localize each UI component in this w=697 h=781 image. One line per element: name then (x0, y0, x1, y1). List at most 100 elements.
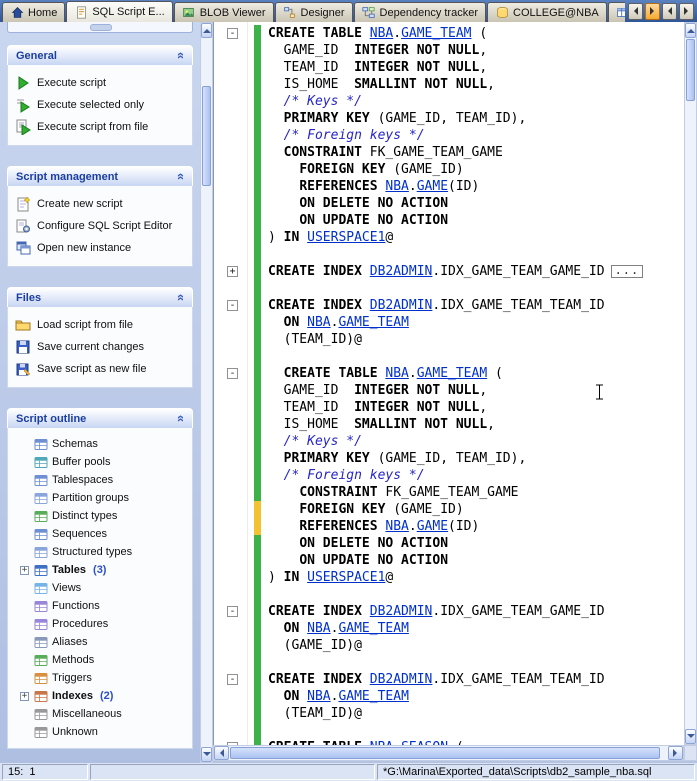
code-line[interactable]: - CREATE INDEX DB2ADMIN.IDX_GAME_TEAM_GAM… (214, 603, 684, 620)
expander[interactable]: + (19, 691, 30, 702)
code-line[interactable]: CONSTRAINT FK_GAME_TEAM_GAME (214, 484, 684, 501)
code-line[interactable]: PRIMARY KEY (GAME_ID, TEAM_ID), (214, 450, 684, 467)
fold-collapse-icon[interactable]: - (227, 674, 238, 685)
collapse-chevron-icon[interactable] (171, 411, 189, 427)
outline-item-partition-groups[interactable]: Partition groups (11, 489, 189, 507)
outline-item-views[interactable]: Views (11, 579, 189, 597)
code-line[interactable]: REFERENCES NBA.GAME(ID) (214, 178, 684, 195)
sql-identifier-link[interactable]: USERSPACE1 (307, 570, 385, 585)
code-line[interactable]: ON NBA.GAME_TEAM (214, 620, 684, 637)
sql-identifier-link[interactable]: NBA (307, 621, 330, 636)
code-line[interactable]: ) IN USERSPACE1@ (214, 569, 684, 586)
code-line[interactable]: ON NBA.GAME_TEAM (214, 314, 684, 331)
outline-item-indexes[interactable]: + Indexes (2) (11, 687, 189, 705)
code-line[interactable]: /* Keys */ (214, 93, 684, 110)
outline-item-structured-types[interactable]: Structured types (11, 543, 189, 561)
code-line[interactable]: ON DELETE NO ACTION (214, 535, 684, 552)
code-line[interactable] (214, 654, 684, 671)
code-line[interactable] (214, 722, 684, 739)
scroll-tabs-right-button[interactable] (645, 2, 660, 20)
editor-vscrollbar-thumb[interactable] (686, 39, 695, 101)
sql-identifier-link[interactable]: GAME (417, 519, 448, 534)
sql-identifier-link[interactable]: DB2ADMIN (370, 672, 433, 687)
fold-collapse-icon[interactable]: - (227, 28, 238, 39)
code-line[interactable] (214, 280, 684, 297)
outline-item-distinct-types[interactable]: Distinct types (11, 507, 189, 525)
editor-horizontal-scrollbar[interactable] (213, 745, 684, 761)
tab-sql-script-e[interactable]: SQL Script E... (66, 1, 173, 22)
sql-identifier-link[interactable]: NBA (385, 179, 408, 194)
sidebar-item-execute-selected-only[interactable]: Execute selected only (11, 94, 189, 116)
collapsed-code-box[interactable]: ... (610, 264, 644, 278)
code-line[interactable]: CONSTRAINT FK_GAME_TEAM_GAME (214, 144, 684, 161)
outline-item-tablespaces[interactable]: Tablespaces (11, 471, 189, 489)
editor-hscrollbar-thumb[interactable] (230, 747, 660, 759)
code-area[interactable]: - CREATE TABLE NBA.GAME_TEAM ( GAME_ID IN… (214, 25, 684, 745)
code-line[interactable]: ON UPDATE NO ACTION (214, 552, 684, 569)
code-line[interactable]: FOREIGN KEY (GAME_ID) (214, 501, 684, 518)
sidebar-item-create-new-script[interactable]: Create new script (11, 193, 189, 215)
sql-identifier-link[interactable]: GAME_TEAM (338, 689, 408, 704)
sql-identifier-link[interactable]: NBA (385, 519, 408, 534)
sql-editor[interactable]: - CREATE TABLE NBA.GAME_TEAM ( GAME_ID IN… (213, 22, 684, 745)
code-line[interactable] (214, 246, 684, 263)
outline-item-miscellaneous[interactable]: Miscellaneous (11, 705, 189, 723)
panel-header-script-outline[interactable]: Script outline (7, 408, 193, 428)
sidebar-scrollbar-thumb[interactable] (202, 86, 211, 186)
code-line[interactable]: TEAM_ID INTEGER NOT NULL, (214, 399, 684, 416)
outline-item-methods[interactable]: Methods (11, 651, 189, 669)
code-line[interactable]: IS_HOME SMALLINT NOT NULL, (214, 416, 684, 433)
sidebar-item-configure-sql-script-editor[interactable]: Configure SQL Script Editor (11, 215, 189, 237)
sidebar-item-load-script-from-file[interactable]: Load script from file (11, 314, 189, 336)
code-line[interactable]: GAME_ID INTEGER NOT NULL, (214, 42, 684, 59)
panel-header-general[interactable]: General (7, 45, 193, 65)
sql-identifier-link[interactable]: NBA (370, 26, 393, 41)
sql-identifier-link[interactable]: DB2ADMIN (370, 604, 433, 619)
expand-plus-icon[interactable]: + (20, 691, 29, 701)
code-line[interactable]: - CREATE TABLE NBA.GAME_TEAM ( (214, 25, 684, 42)
sql-identifier-link[interactable]: NBA (385, 366, 408, 381)
scroll-tabs-left-button[interactable] (628, 2, 643, 20)
sql-identifier-link[interactable]: GAME_TEAM (417, 366, 487, 381)
code-line[interactable]: - CREATE INDEX DB2ADMIN.IDX_GAME_TEAM_TEA… (214, 671, 684, 688)
sidebar-scroll-down-button[interactable] (201, 747, 212, 762)
tab-college-nba[interactable]: COLLEGE@NBA (487, 2, 607, 22)
fold-collapse-icon[interactable]: - (227, 368, 238, 379)
collapse-chevron-icon[interactable] (171, 48, 189, 64)
code-line[interactable]: PRIMARY KEY (GAME_ID, TEAM_ID), (214, 110, 684, 127)
panel-header-script-management[interactable]: Script management (7, 166, 193, 186)
code-line[interactable]: + CREATE INDEX DB2ADMIN.IDX_GAME_TEAM_GAM… (214, 263, 684, 280)
code-line[interactable]: (TEAM_ID)@ (214, 331, 684, 348)
fold-collapse-icon[interactable]: - (227, 300, 238, 311)
tab-dependency-tracker[interactable]: Dependency tracker (353, 2, 486, 22)
sql-identifier-link[interactable]: GAME_TEAM (338, 315, 408, 330)
tab-blob-viewer[interactable]: BLOB Viewer (173, 2, 274, 22)
editor-scroll-down-button[interactable] (685, 729, 696, 744)
code-line[interactable] (214, 586, 684, 603)
code-line[interactable]: IS_HOME SMALLINT NOT NULL, (214, 76, 684, 93)
code-line[interactable]: ON NBA.GAME_TEAM (214, 688, 684, 705)
editor-scroll-up-button[interactable] (685, 23, 696, 38)
sql-identifier-link[interactable]: GAME_TEAM (401, 26, 471, 41)
outline-item-aliases[interactable]: Aliases (11, 633, 189, 651)
code-line[interactable]: (GAME_ID)@ (214, 637, 684, 654)
code-line[interactable]: ON UPDATE NO ACTION (214, 212, 684, 229)
tab-designer[interactable]: Designer (274, 2, 353, 22)
code-line[interactable]: (TEAM_ID)@ (214, 705, 684, 722)
code-line[interactable]: - CREATE INDEX DB2ADMIN.IDX_GAME_TEAM_TEA… (214, 297, 684, 314)
outline-item-triggers[interactable]: Triggers (11, 669, 189, 687)
code-line[interactable]: - CREATE TABLE NBA.GAME_TEAM ( (214, 365, 684, 382)
tab-home[interactable]: Home (2, 2, 66, 22)
outline-item-sequences[interactable]: Sequences (11, 525, 189, 543)
sql-identifier-link[interactable]: GAME_TEAM (338, 621, 408, 636)
code-line[interactable]: TEAM_ID INTEGER NOT NULL, (214, 59, 684, 76)
fold-collapse-icon[interactable]: - (227, 606, 238, 617)
sidebar-scroll-up-button[interactable] (201, 23, 212, 38)
code-line[interactable]: /* Foreign keys */ (214, 467, 684, 484)
previous-tab-button[interactable] (662, 2, 677, 20)
outline-item-functions[interactable]: Functions (11, 597, 189, 615)
sidebar-item-open-new-instance[interactable]: Open new instance (11, 237, 189, 259)
panel-header-files[interactable]: Files (7, 287, 193, 307)
expander[interactable]: + (19, 565, 30, 576)
code-line[interactable]: REFERENCES NBA.GAME(ID) (214, 518, 684, 535)
